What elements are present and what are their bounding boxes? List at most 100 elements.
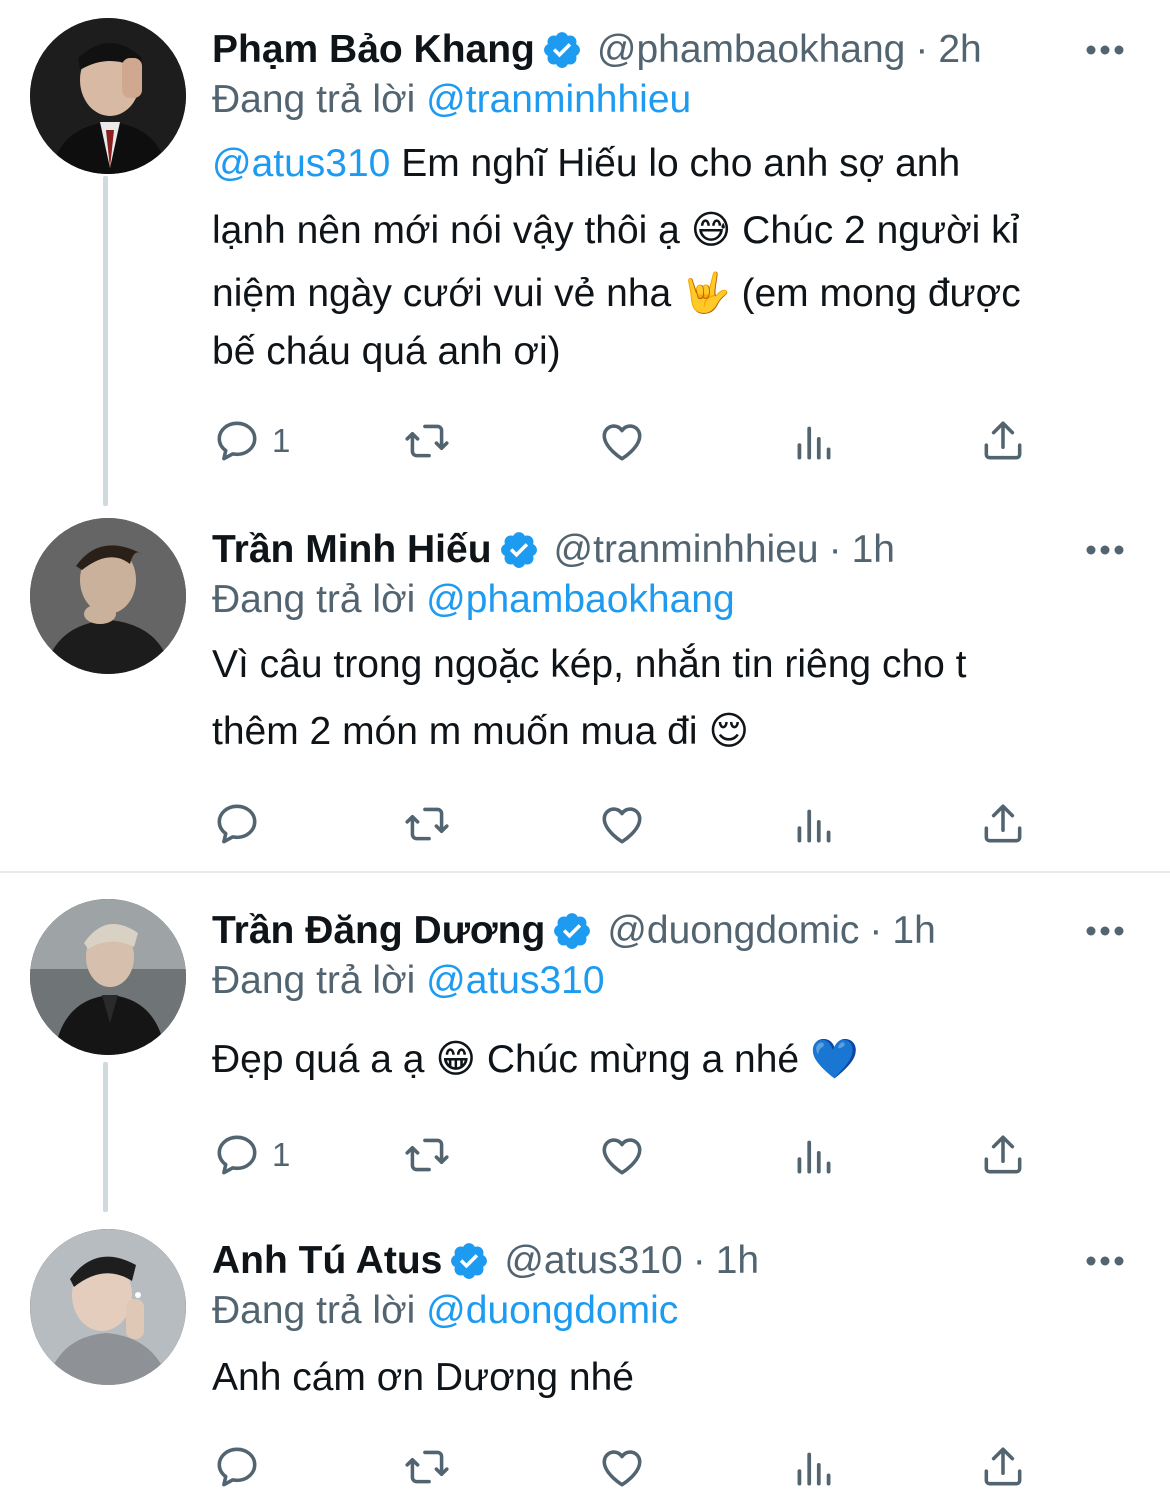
reply-button[interactable]: [212, 1437, 272, 1497]
replying-to-line: Đang trả lời @atus310: [212, 955, 605, 1007]
verified-badge-icon: [554, 913, 591, 949]
tweet-text-line: lạnh nên mới nói vậy thôi ạ 😅 Chúc 2 ngư…: [212, 209, 1020, 252]
more-dots-icon: [1086, 926, 1124, 936]
user-handle[interactable]: @duongdomic: [607, 905, 859, 957]
more-options-button[interactable]: [1080, 524, 1130, 576]
verified-badge-icon: [543, 32, 580, 68]
heart-icon: [602, 424, 642, 461]
analytics-button[interactable]: [789, 1437, 839, 1497]
reply-icon: [217, 421, 257, 461]
user-handle[interactable]: @phambaokhang: [597, 24, 905, 76]
heart-icon: [602, 807, 642, 844]
tweet-text-line: thêm 2 món m muốn mua đi 😌: [212, 710, 750, 753]
separator-dot: ·: [828, 528, 842, 571]
tweet-header: Anh Tú Atus @atus310 · 1h: [212, 1235, 1170, 1287]
tweet-text: @atus310 Em nghĩ Hiếu lo cho anh sợ anh …: [212, 130, 1142, 380]
replying-to-label: Đang trả lời: [212, 959, 416, 1002]
reply-button[interactable]: 1: [212, 1125, 290, 1185]
body-mention[interactable]: @atus310: [212, 142, 390, 185]
avatar[interactable]: [30, 899, 186, 1055]
retweet-icon: [405, 424, 449, 458]
tweet-text-line: niệm ngày cưới vui vẻ nha 🤟 (em mong đượ…: [212, 272, 1021, 315]
retweet-button[interactable]: [402, 794, 452, 854]
replying-to-mention[interactable]: @phambaokhang: [426, 578, 734, 621]
reply-icon: [217, 804, 257, 844]
analytics-icon: [797, 1452, 831, 1486]
timestamp[interactable]: 1h: [716, 1235, 759, 1287]
analytics-button[interactable]: [789, 794, 839, 854]
tweet-header: Phạm Bảo Khang @phambaokhang · 2h: [212, 24, 1170, 76]
share-button[interactable]: [978, 1125, 1028, 1185]
display-name[interactable]: Anh Tú Atus: [212, 1235, 442, 1287]
tweet-text-line: bế cháu quá anh ơi): [212, 330, 561, 373]
replying-to-label: Đang trả lời: [212, 1289, 416, 1332]
timestamp[interactable]: 1h: [892, 905, 935, 957]
display-name[interactable]: Trần Minh Hiếu: [212, 524, 492, 576]
analytics-icon: [797, 1140, 831, 1174]
avatar-photo-icon: [30, 899, 186, 1055]
retweet-button[interactable]: [402, 1125, 452, 1185]
heart-icon: [602, 1450, 642, 1487]
avatar-photo-icon: [30, 18, 186, 174]
tweet-text: Vì câu trong ngoặc kép, nhắn tin riêng c…: [212, 631, 1142, 765]
tweet-actions: [212, 1437, 1042, 1497]
reply-icon: [217, 1447, 257, 1487]
reply-button[interactable]: [212, 794, 272, 854]
avatar[interactable]: [30, 1229, 186, 1385]
share-icon: [984, 1135, 1022, 1174]
like-button[interactable]: [597, 794, 647, 854]
user-handle[interactable]: @tranminhhieu: [554, 524, 819, 576]
reply-button[interactable]: 1: [212, 411, 290, 471]
separator-dot: ·: [915, 28, 929, 71]
more-dots-icon: [1086, 45, 1124, 55]
separator-dot: ·: [869, 909, 883, 952]
tweet[interactable]: Trần Đăng Dương @duongdomic · 1h Đang tr…: [0, 899, 1170, 1199]
like-button[interactable]: [597, 1125, 647, 1185]
share-icon: [984, 804, 1022, 843]
tweet-text: Anh cám ơn Dương nhé: [212, 1344, 1142, 1411]
conversation-divider: [0, 871, 1170, 873]
tweet-text-line: Anh cám ơn Dương nhé: [212, 1356, 634, 1399]
replying-to-line: Đang trả lời @duongdomic: [212, 1285, 678, 1337]
replying-to-mention[interactable]: @atus310: [426, 959, 604, 1002]
avatar[interactable]: [30, 18, 186, 174]
retweet-button[interactable]: [402, 411, 452, 471]
replying-to-line: Đang trả lời @phambaokhang: [212, 574, 735, 626]
analytics-icon: [797, 426, 831, 460]
analytics-button[interactable]: [789, 411, 839, 471]
like-button[interactable]: [597, 1437, 647, 1497]
share-icon: [984, 421, 1022, 460]
display-name[interactable]: Trần Đăng Dương: [212, 905, 545, 957]
tweet[interactable]: Anh Tú Atus @atus310 · 1h Đang trả lời @…: [0, 1229, 1170, 1506]
analytics-button[interactable]: [789, 1125, 839, 1185]
retweet-icon: [405, 1450, 449, 1484]
separator-dot: ·: [692, 1239, 706, 1282]
more-dots-icon: [1086, 1256, 1124, 1266]
more-options-button[interactable]: [1080, 1235, 1130, 1287]
tweet-actions: 1: [212, 411, 1042, 471]
tweet-text-line: Vì câu trong ngoặc kép, nhắn tin riêng c…: [212, 643, 967, 686]
more-options-button[interactable]: [1080, 24, 1130, 76]
retweet-icon: [405, 1138, 449, 1172]
share-button[interactable]: [978, 1437, 1028, 1497]
retweet-icon: [405, 807, 449, 841]
reply-icon: [217, 1135, 257, 1175]
share-button[interactable]: [978, 794, 1028, 854]
tweet[interactable]: Trần Minh Hiếu @tranminhhieu · 1h Đang t…: [0, 518, 1170, 858]
timestamp[interactable]: 1h: [852, 524, 895, 576]
avatar-photo-icon: [30, 1229, 186, 1385]
more-options-button[interactable]: [1080, 905, 1130, 957]
tweet-header: Trần Minh Hiếu @tranminhhieu · 1h: [212, 524, 1170, 576]
replying-to-mention[interactable]: @duongdomic: [426, 1289, 678, 1332]
replying-to-mention[interactable]: @tranminhhieu: [426, 78, 691, 121]
like-button[interactable]: [597, 411, 647, 471]
timestamp[interactable]: 2h: [938, 24, 981, 76]
share-button[interactable]: [978, 411, 1028, 471]
tweet[interactable]: Phạm Bảo Khang @phambaokhang · 2h Đang t…: [0, 18, 1170, 478]
tweet-text-span: Em nghĩ Hiếu lo cho anh sợ anh: [390, 142, 961, 185]
avatar[interactable]: [30, 518, 186, 674]
user-handle[interactable]: @atus310: [504, 1235, 682, 1287]
tweet-actions: [212, 794, 1042, 854]
retweet-button[interactable]: [402, 1437, 452, 1497]
display-name[interactable]: Phạm Bảo Khang: [212, 24, 535, 76]
